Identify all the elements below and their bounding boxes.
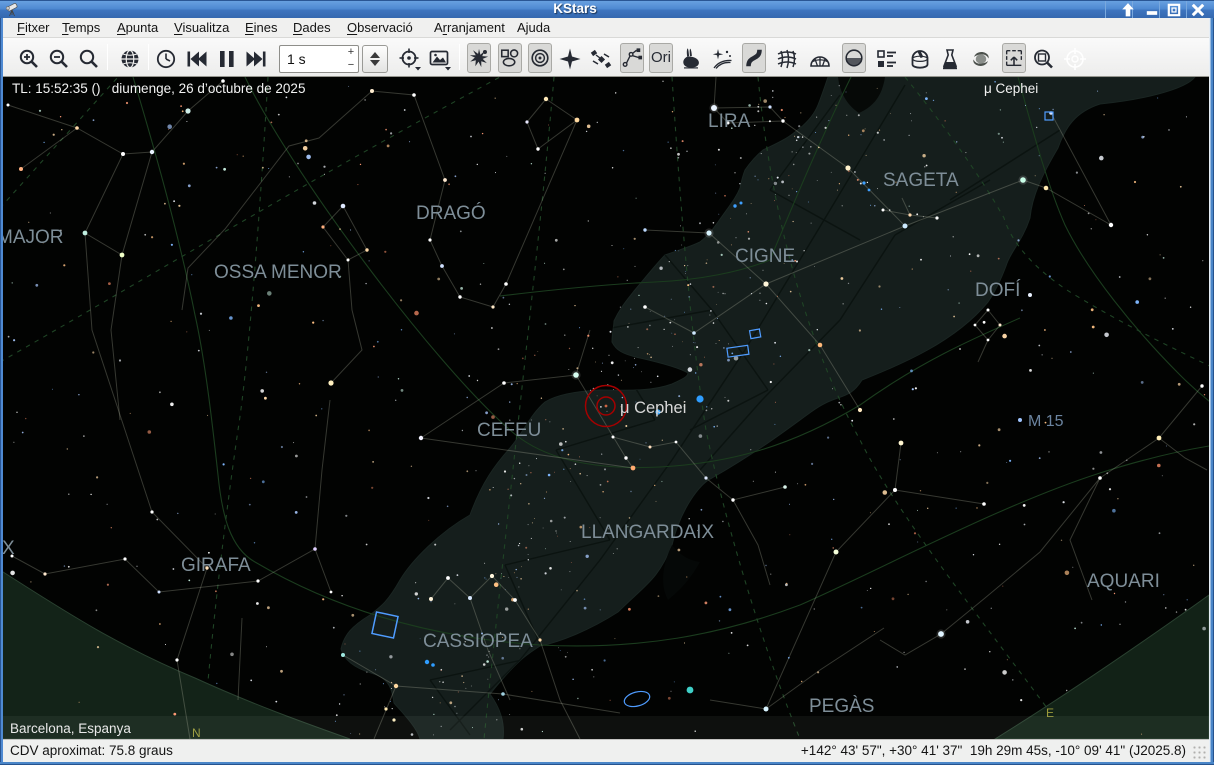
svg-text:CEFEU: CEFEU <box>477 420 541 441</box>
svg-text:PEGÀS: PEGÀS <box>809 696 874 717</box>
svg-text:LIRA: LIRA <box>708 111 751 132</box>
svg-text:M 15: M 15 <box>1028 413 1064 430</box>
svg-text:Barcelona, Espanya: Barcelona, Espanya <box>10 721 131 736</box>
svg-text:OSSA MENOR: OSSA MENOR <box>214 262 342 283</box>
svg-text:μ Cephei: μ Cephei <box>984 81 1038 96</box>
svg-text:TL: 15:52:35 () diumenge, 26: TL: 15:52:35 () diumenge, 26 d’octubre d… <box>12 81 305 96</box>
svg-text:DRAGÓ: DRAGÓ <box>416 202 486 224</box>
svg-text:X: X <box>3 538 15 559</box>
svg-text:DOFÍ: DOFÍ <box>975 280 1021 301</box>
svg-text:SAGETA: SAGETA <box>883 170 959 191</box>
svg-text:AQUARI: AQUARI <box>1087 571 1160 592</box>
svg-text:MAJOR: MAJOR <box>3 227 64 248</box>
svg-text:GIRAFA: GIRAFA <box>181 555 251 576</box>
svg-text:μ Cephei: μ Cephei <box>620 399 686 417</box>
svg-text:CIGNE: CIGNE <box>735 246 795 267</box>
svg-text:LLANGARDAIX: LLANGARDAIX <box>581 522 714 543</box>
svg-text:CASSIOPEA: CASSIOPEA <box>423 631 533 652</box>
